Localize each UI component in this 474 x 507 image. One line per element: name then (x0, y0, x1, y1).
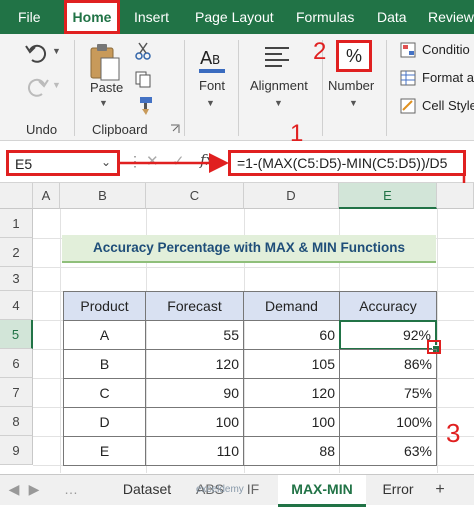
row-header-1[interactable]: 1 (0, 209, 33, 238)
table-cell-demand[interactable]: 105 (243, 349, 340, 379)
row-header-7[interactable]: 7 (0, 378, 33, 407)
tab-dataset[interactable]: Dataset (112, 475, 182, 504)
table-cell-forecast[interactable]: 120 (145, 349, 244, 379)
spreadsheet-grid: A B C D E 1 2 3 4 5 6 7 8 9 Accuracy Per… (0, 183, 474, 473)
row-header-9[interactable]: 9 (0, 436, 33, 465)
table-cell-product[interactable]: A (63, 320, 146, 350)
table-header-product[interactable]: Product (63, 291, 146, 321)
sheet-title[interactable]: Accuracy Percentage with MAX & MIN Funct… (62, 235, 436, 263)
tab-error[interactable]: Error (372, 475, 424, 504)
table-header-demand[interactable]: Demand (243, 291, 340, 321)
table-header-accuracy[interactable]: Accuracy (339, 291, 437, 321)
table-header-forecast[interactable]: Forecast (145, 291, 244, 321)
annotation-step-3: 3 (446, 418, 461, 448)
table-cell-demand[interactable]: 120 (243, 378, 340, 408)
row-header-4[interactable]: 4 (0, 291, 33, 320)
select-all-corner[interactable] (0, 183, 33, 209)
column-header-c[interactable]: C (146, 183, 244, 209)
table-cell-forecast[interactable]: 110 (145, 436, 244, 466)
table-cell-forecast[interactable]: 100 (145, 407, 244, 437)
table-cell-product[interactable]: C (63, 378, 146, 408)
table-cell-product[interactable]: B (63, 349, 146, 379)
tab-max-min[interactable]: MAX-MIN (278, 475, 366, 507)
table-cell-product[interactable]: E (63, 436, 146, 466)
table-cell-forecast[interactable]: 90 (145, 378, 244, 408)
row-header-3[interactable]: 3 (0, 267, 33, 291)
table-cell-demand[interactable]: 100 (243, 407, 340, 437)
watermark-logo: exceldemy (196, 484, 244, 495)
table-cell-accuracy[interactable]: 100% (339, 407, 437, 437)
table-cell-product[interactable]: D (63, 407, 146, 437)
table-cell-demand[interactable]: 60 (243, 320, 340, 350)
row-header-8[interactable]: 8 (0, 407, 33, 436)
column-header-b[interactable]: B (60, 183, 146, 209)
row-header-6[interactable]: 6 (0, 349, 33, 378)
column-header-f[interactable] (437, 183, 474, 209)
tab-scroll-left-icon[interactable]: ◀ (6, 475, 22, 504)
gridline (33, 267, 474, 268)
row-header-2[interactable]: 2 (0, 238, 33, 267)
table-cell-accuracy[interactable]: 63% (339, 436, 437, 466)
add-sheet-icon[interactable]: + (430, 475, 450, 504)
more-tabs-icon[interactable]: … (64, 475, 78, 504)
table-cell-forecast[interactable]: 55 (145, 320, 244, 350)
column-header-a[interactable]: A (33, 183, 60, 209)
table-cell-demand[interactable]: 88 (243, 436, 340, 466)
tab-scroll-right-icon[interactable]: ▶ (26, 475, 42, 504)
gridline (60, 209, 61, 473)
table-cell-accuracy[interactable]: 86% (339, 349, 437, 379)
column-header-d[interactable]: D (244, 183, 339, 209)
table-cell-accuracy[interactable]: 75% (339, 378, 437, 408)
sheet-tab-bar: ◀ ▶ … Dataset ABS IF MAX-MIN Error + exc… (0, 474, 474, 507)
fill-handle-highlight (427, 340, 441, 354)
row-header-5[interactable]: 5 (0, 320, 33, 349)
column-header-e[interactable]: E (339, 183, 437, 209)
selected-cell-e5[interactable]: 92% (339, 320, 437, 350)
